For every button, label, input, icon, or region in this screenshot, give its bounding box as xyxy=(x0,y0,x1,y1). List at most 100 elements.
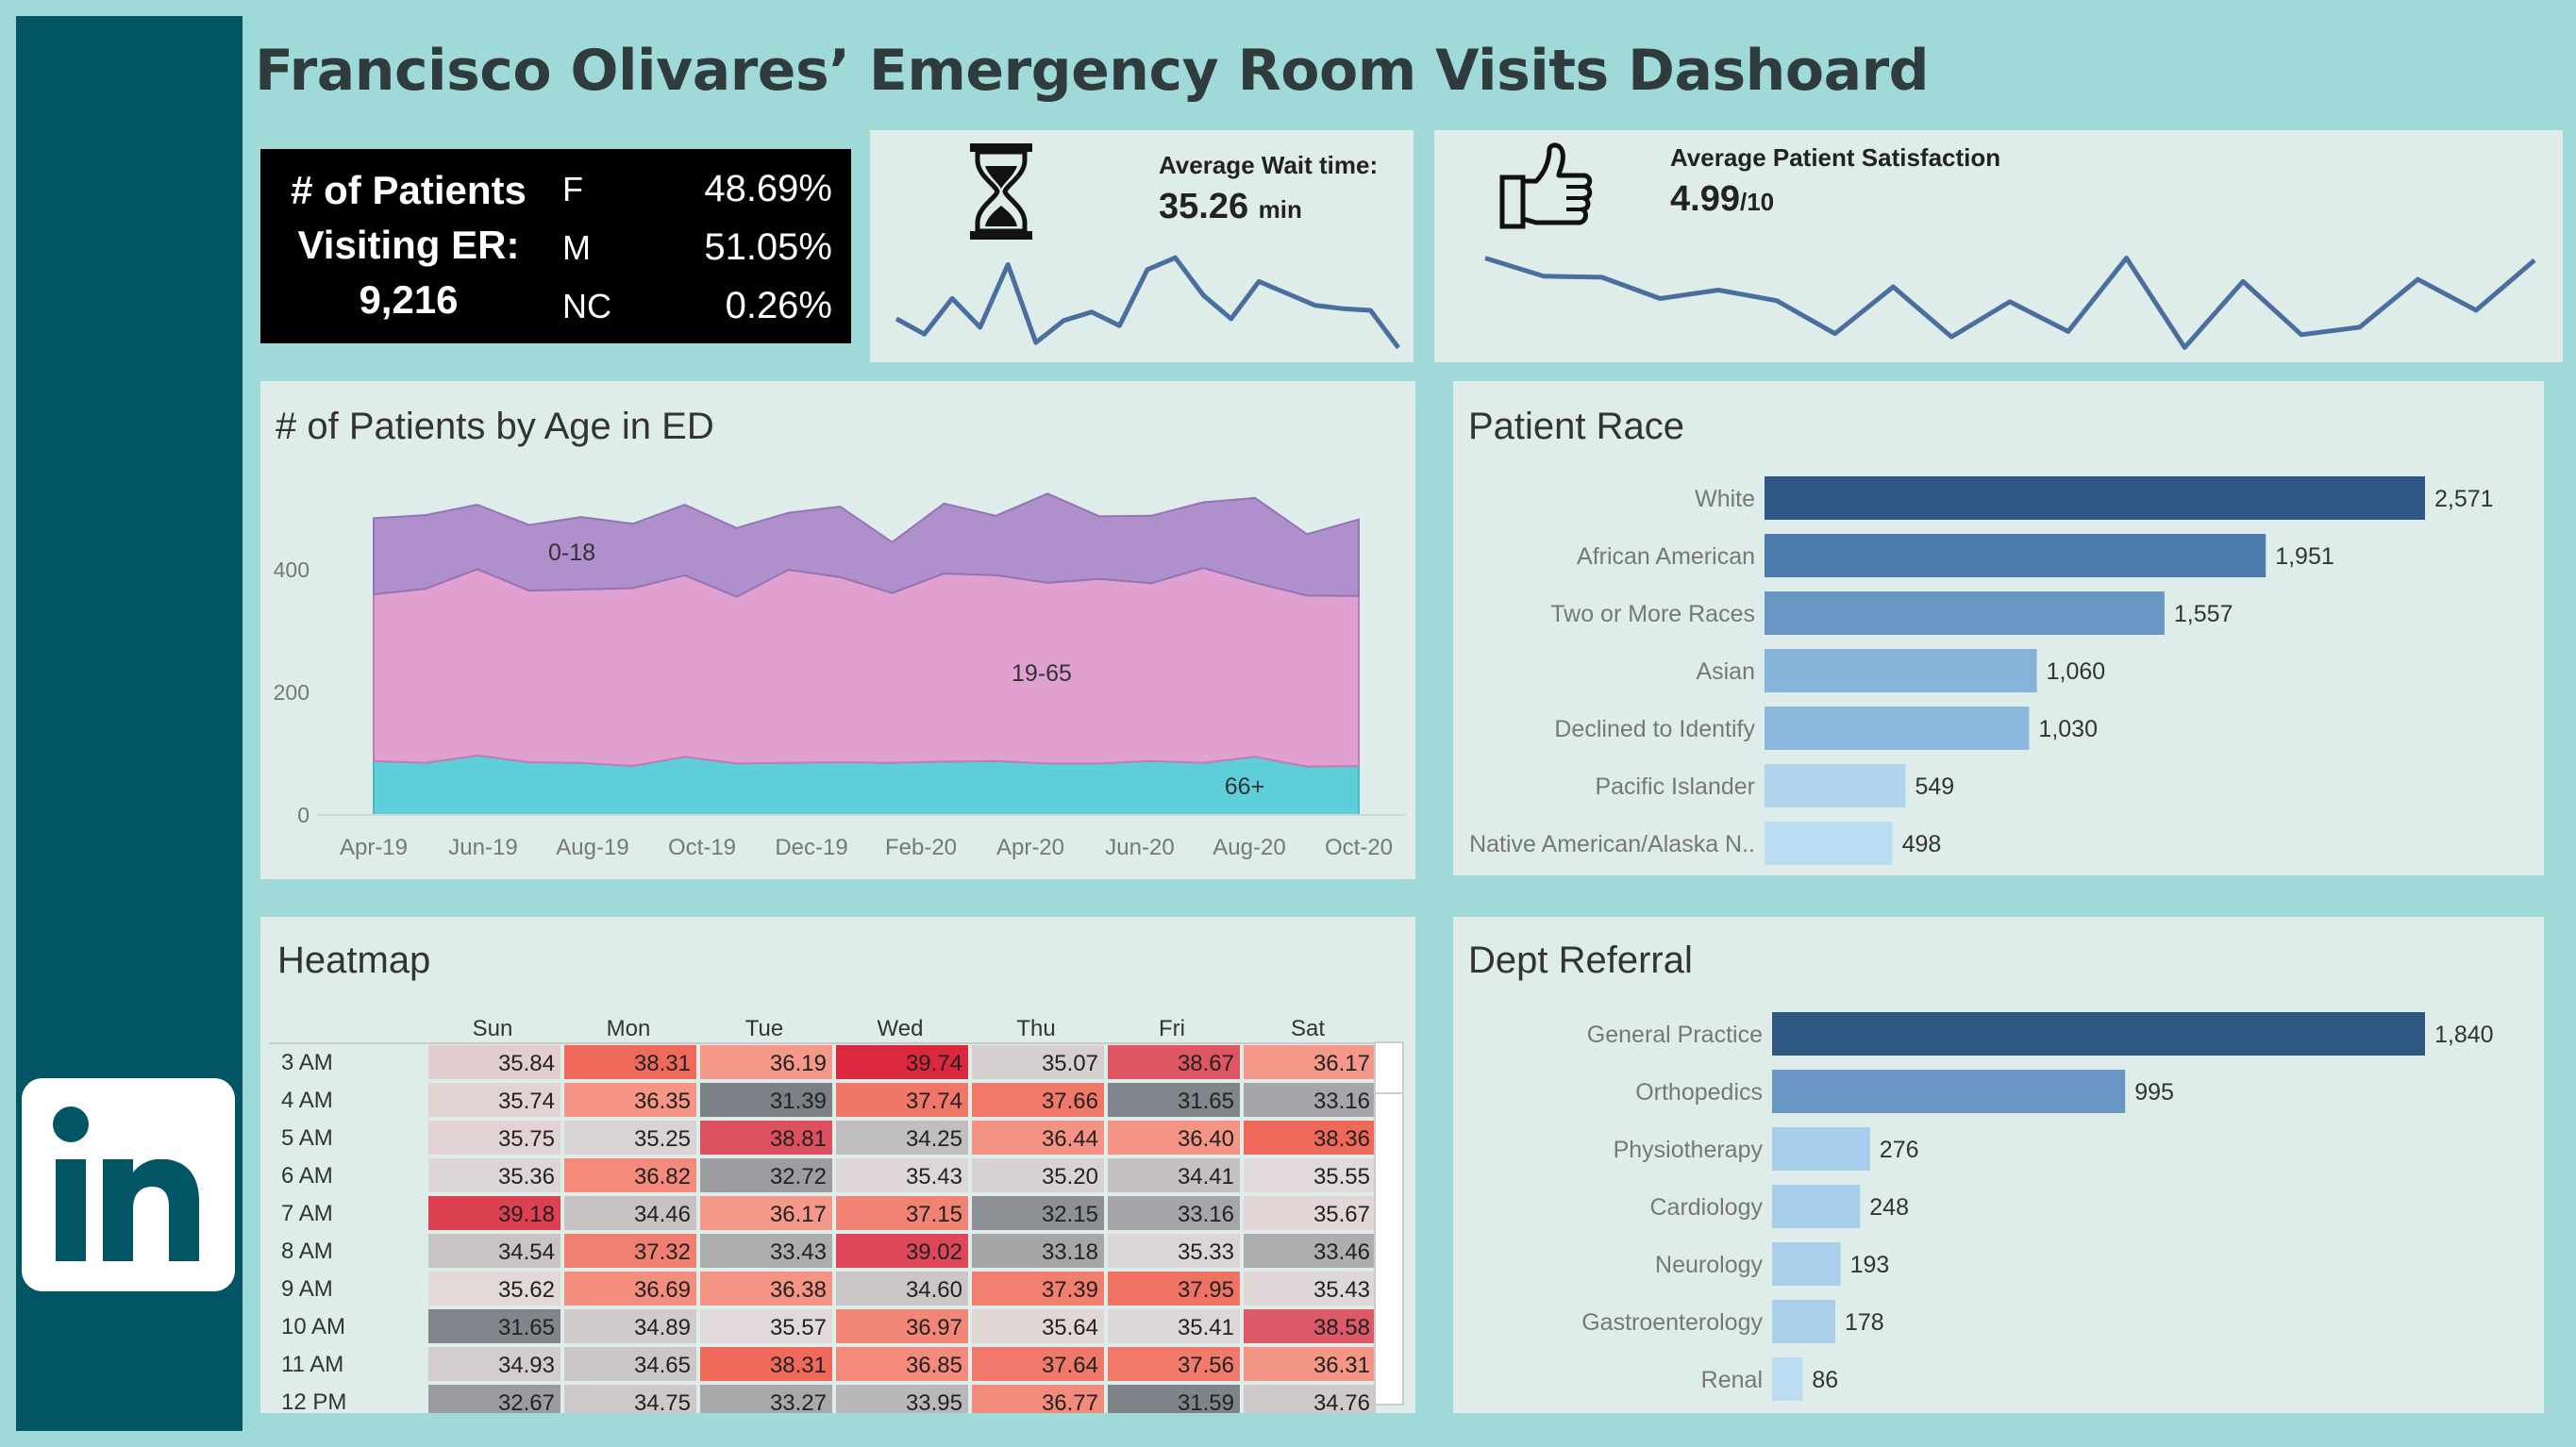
gender-label-f: F xyxy=(562,170,583,208)
heatmap-column-header: Mon xyxy=(607,1016,651,1041)
bar[interactable] xyxy=(1772,1357,1803,1401)
area-66-plus xyxy=(373,754,1360,816)
heatmap-cell-value: 36.35 xyxy=(634,1089,691,1114)
heatmap-cell-value: 37.32 xyxy=(634,1239,691,1265)
bar-value-label: 1,557 xyxy=(2174,601,2233,627)
age-area-chart: 0-18 19-65 66+ 0 200 400 Apr-19 Jun-19 Aug-1… xyxy=(274,492,1406,860)
heatmap-cell-value: 38.67 xyxy=(1178,1051,1234,1076)
bar-category-label: Orthopedics xyxy=(1635,1079,1763,1106)
linkedin-dot xyxy=(53,1106,89,1142)
heatmap-cell-value: 32.67 xyxy=(498,1390,555,1413)
bar[interactable] xyxy=(1765,822,1893,865)
heatmap-cell-value: 34.60 xyxy=(906,1277,962,1303)
bar[interactable] xyxy=(1765,764,1906,807)
heatmap-panel: Heatmap Sun Mon Tue Wed Thu Fri Sat 3 AM 35.84 38… xyxy=(260,917,1415,1413)
heatmap-cell-value: 34.76 xyxy=(1313,1390,1370,1413)
wait-time-title: Average Wait time: xyxy=(1159,151,1379,179)
heatmap-column-header: Sat xyxy=(1291,1016,1325,1041)
bar[interactable] xyxy=(1772,1185,1861,1228)
heatmap-cell-value: 31.39 xyxy=(770,1089,827,1114)
linkedin-bar xyxy=(56,1159,86,1261)
age-chart-panel: # of Patients by Age in ED 0-18 19-65 66… xyxy=(260,381,1415,879)
bar-value-label: 549 xyxy=(1915,773,1954,800)
wait-time-sparkline xyxy=(895,255,1401,350)
heatmap-cell-value: 35.55 xyxy=(1313,1164,1370,1189)
gender-value-f: 48.69% xyxy=(704,168,832,209)
heatmap-row-label: 3 AM xyxy=(281,1050,333,1075)
satisfaction-title: Average Patient Satisfaction xyxy=(1670,143,2001,172)
bar[interactable] xyxy=(1765,591,2165,635)
age-x-tick-label: Oct-19 xyxy=(668,835,736,860)
heatmap-cell-value: 36.17 xyxy=(1313,1051,1370,1076)
heatmap-cell-value: 36.85 xyxy=(906,1353,962,1378)
age-x-ticks: Apr-19 Jun-19 Aug-19 Oct-19 Dec-19 Feb-20 Apr-… xyxy=(340,835,1393,860)
hourglass-icon xyxy=(970,143,1032,240)
heatmap-cell-value: 36.82 xyxy=(634,1164,691,1189)
bar-category-label: Two or More Races xyxy=(1550,601,1755,627)
bar[interactable] xyxy=(1765,649,2037,692)
heatmap-cell-value: 34.54 xyxy=(498,1239,555,1265)
satisfaction-trend-line xyxy=(1484,256,2536,350)
heatmap-cell-value: 34.93 xyxy=(498,1353,555,1378)
age-x-tick-label: Aug-20 xyxy=(1213,835,1285,860)
age-x-tick-label: Dec-19 xyxy=(775,835,847,860)
heatmap-cell-value: 34.25 xyxy=(906,1126,962,1152)
age-x-tick-label: Oct-20 xyxy=(1325,835,1393,860)
area-19-65 xyxy=(373,567,1360,768)
heatmap-cell-value: 35.74 xyxy=(498,1089,555,1114)
thumbs-up-icon xyxy=(1499,142,1593,229)
bar-category-label: Physiotherapy xyxy=(1614,1137,1764,1163)
heatmap-cell-value: 35.84 xyxy=(498,1051,555,1076)
heatmap-cell-value: 36.17 xyxy=(770,1202,827,1227)
bar-value-label: 2,571 xyxy=(2434,486,2494,512)
bar-value-label: 193 xyxy=(1850,1252,1890,1278)
gender-value-m: 51.05% xyxy=(704,226,832,268)
heatmap-cell-value: 35.07 xyxy=(1042,1051,1098,1076)
heatmap-cell-value: 36.97 xyxy=(906,1315,962,1340)
bar[interactable] xyxy=(1772,1012,2425,1056)
bar-category-label: Renal xyxy=(1701,1367,1763,1393)
bar[interactable] xyxy=(1772,1070,2126,1113)
heatmap-column-header: Tue xyxy=(745,1016,783,1041)
bar[interactable] xyxy=(1765,534,2267,577)
referral-bar-chart: General Practice 1,840 Orthopedics 995 Physi… xyxy=(1581,1012,2494,1401)
heatmap-cell-value: 37.64 xyxy=(1042,1353,1098,1378)
bar[interactable] xyxy=(1772,1127,1870,1171)
heatmap-row-label: 4 AM xyxy=(281,1088,333,1113)
heatmap-row-label: 10 AM xyxy=(281,1314,345,1339)
heatmap-cell-value: 35.67 xyxy=(1313,1202,1370,1227)
heatmap-cell-value: 37.56 xyxy=(1178,1353,1234,1378)
wait-time-unit: min xyxy=(1258,195,1302,224)
heatmap-cell-value: 36.69 xyxy=(634,1277,691,1303)
heatmap-cell-value: 38.36 xyxy=(1313,1126,1370,1152)
heatmap-scrollbar[interactable] xyxy=(1374,1041,1404,1405)
heatmap-scrollbar-thumb[interactable] xyxy=(1376,1043,1402,1094)
heatmap-cell-value: 35.20 xyxy=(1042,1164,1098,1189)
linkedin-n xyxy=(103,1159,199,1261)
heatmap-cell-value: 37.95 xyxy=(1178,1277,1234,1303)
satisfaction-value: 4.99 xyxy=(1670,179,1740,219)
bar[interactable] xyxy=(1765,707,2030,750)
patients-kpi: # of Patients Visiting ER: 9,216 F M NC … xyxy=(260,149,851,343)
heatmap-cell-value: 31.59 xyxy=(1178,1390,1234,1413)
gender-label-m: M xyxy=(562,228,591,267)
heatmap-cell-value: 33.18 xyxy=(1042,1239,1098,1265)
heatmap-cell-value: 36.19 xyxy=(770,1051,827,1076)
bar[interactable] xyxy=(1765,476,2425,520)
heatmap-row-label: 8 AM xyxy=(281,1239,333,1264)
linkedin-icon[interactable] xyxy=(22,1078,235,1291)
heatmap-cell-value: 35.43 xyxy=(1313,1277,1370,1303)
heatmap-cell-value: 32.15 xyxy=(1042,1202,1098,1227)
label-0-18: 0-18 xyxy=(548,540,595,566)
heatmap-cell-value: 35.36 xyxy=(498,1164,555,1189)
patients-label-line2: Visiting ER: xyxy=(297,223,520,267)
bar[interactable] xyxy=(1772,1300,1835,1343)
satisfaction-unit: /10 xyxy=(1739,188,1775,216)
age-y-tick-label: 200 xyxy=(274,680,309,705)
heatmap-cell-value: 35.64 xyxy=(1042,1315,1098,1340)
bar[interactable] xyxy=(1772,1242,1841,1286)
race-bar-chart: White 2,571 African American 1,951 Two or Mo… xyxy=(1469,476,2494,865)
age-x-tick-label: Jun-19 xyxy=(448,835,517,860)
heatmap-column-header: Thu xyxy=(1016,1016,1055,1041)
bar-value-label: 1,951 xyxy=(2275,543,2334,570)
